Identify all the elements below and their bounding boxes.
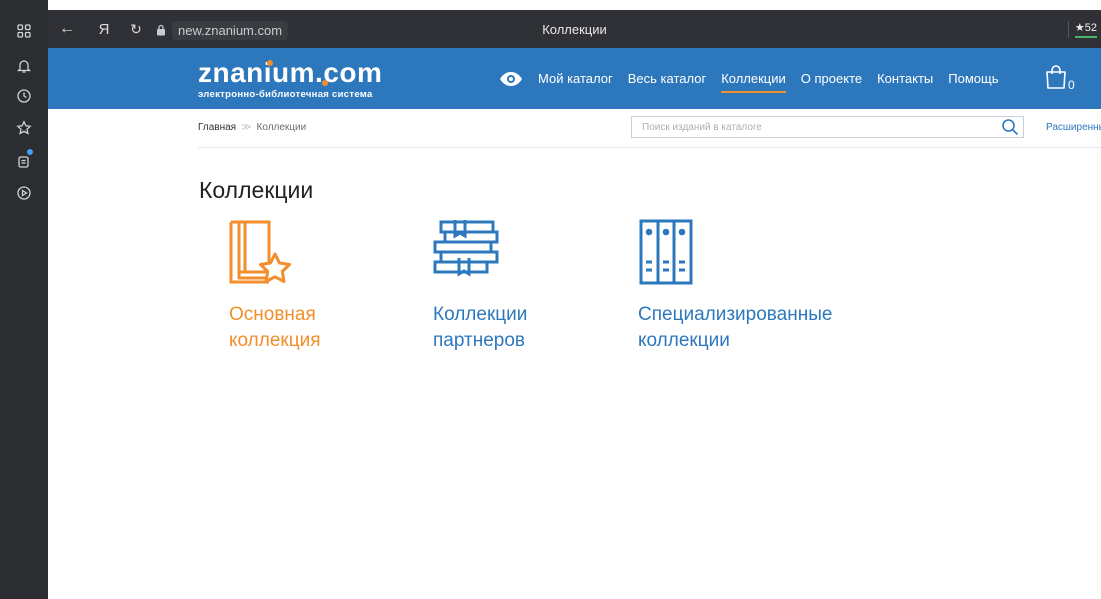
nav-contacts[interactable]: Контакты — [877, 68, 933, 90]
label-line: коллекция — [229, 330, 321, 351]
browser-sidebar — [0, 0, 48, 599]
breadcrumb-current: Коллекции — [256, 122, 307, 133]
history-clock-icon[interactable] — [0, 85, 48, 107]
accessibility-eye-icon[interactable] — [498, 68, 524, 90]
collection-partners[interactable]: Коллекции партнеров — [433, 218, 527, 354]
rating-bar — [1074, 36, 1097, 38]
advanced-search-link[interactable]: Расширенный — [1046, 122, 1101, 133]
search-input[interactable] — [632, 117, 992, 138]
nav-help[interactable]: Помощь — [948, 68, 998, 90]
books-stack-icon — [433, 220, 499, 277]
breadcrumb: Главная ≫ Коллекции — [198, 122, 306, 133]
catalog-search — [631, 116, 1024, 138]
nav-full-catalog[interactable]: Весь каталог — [628, 68, 706, 90]
label-line: Основная — [229, 304, 316, 325]
search-icon[interactable] — [1001, 118, 1019, 136]
logo-subtitle: электронно-библиотечная система — [198, 89, 373, 100]
site-logo[interactable]: znanium.com электронно-библиотечная сист… — [198, 57, 383, 101]
page-title: Коллекции — [199, 177, 314, 203]
main-nav: Мой каталог Весь каталог Коллекции О про… — [498, 48, 1013, 109]
collection-main[interactable]: Основная коллекция — [229, 218, 321, 354]
divider — [198, 147, 1101, 148]
shopping-bag-icon — [1046, 65, 1066, 89]
logo-dot-icon — [267, 60, 273, 66]
bookmarks-star-icon[interactable] — [0, 117, 48, 139]
nav-my-catalog[interactable]: Мой каталог — [538, 68, 613, 90]
tab-title: Коллекции — [542, 21, 607, 37]
collection-specialized[interactable]: Специализированные коллекции — [638, 218, 832, 354]
archive-binders-icon — [639, 219, 693, 285]
notifications-bell-icon[interactable] — [0, 55, 48, 77]
breadcrumb-separator: ≫ — [241, 122, 252, 133]
label-line: Специализированные — [638, 304, 833, 325]
label-line: коллекции — [638, 330, 730, 351]
rating-value: ★52 — [1074, 22, 1097, 34]
site-rating-badge[interactable]: ★52 — [1067, 21, 1101, 38]
apps-grid-icon[interactable] — [0, 20, 48, 42]
browser-toolbar: ← Я ↻ new.znanium.com Коллекции ★52 — [48, 10, 1101, 48]
media-play-icon[interactable] — [0, 182, 48, 204]
logo-name: znanium.com — [198, 57, 383, 88]
collection-specialized-label: Специализированные коллекции — [638, 302, 832, 354]
book-star-icon — [229, 220, 291, 284]
notification-dot — [27, 149, 33, 155]
collections-cards-icon[interactable] — [0, 149, 48, 172]
nav-about[interactable]: О проекте — [801, 68, 862, 90]
cart-button[interactable]: 0 — [1044, 64, 1075, 94]
collection-partners-label: Коллекции партнеров — [433, 302, 527, 354]
label-line: партнеров — [433, 330, 525, 351]
label-line: Коллекции — [433, 304, 528, 325]
collection-main-label: Основная коллекция — [229, 302, 321, 354]
nav-collections[interactable]: Коллекции — [721, 68, 786, 93]
breadcrumb-home[interactable]: Главная — [198, 122, 236, 133]
cart-count: 0 — [1068, 78, 1075, 92]
logo-dot-icon — [322, 80, 328, 86]
site-header: znanium.com электронно-библиотечная сист… — [48, 48, 1101, 109]
